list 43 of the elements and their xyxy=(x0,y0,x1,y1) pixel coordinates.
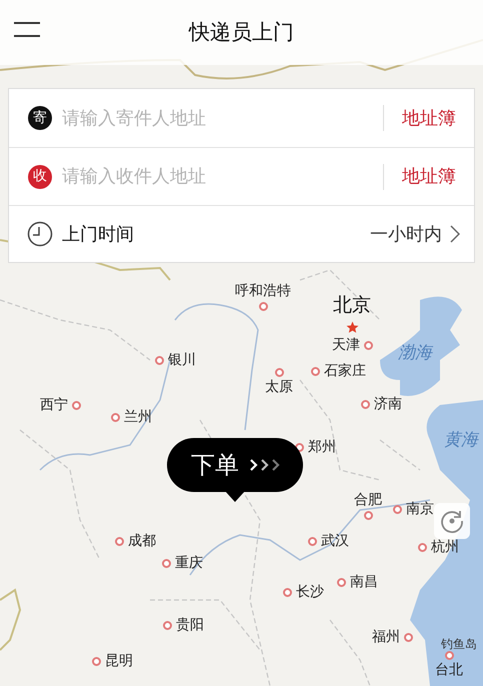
pickup-time-row[interactable]: 上门时间 一小时内 xyxy=(9,205,474,262)
city-label: 福州 xyxy=(372,630,400,644)
address-book-link[interactable]: 地址簿 xyxy=(402,163,456,190)
city-label: 长沙 xyxy=(296,585,324,599)
city-label: 昆明 xyxy=(105,654,133,668)
city-label: 南昌 xyxy=(350,575,378,589)
city-label: 台北 xyxy=(435,663,463,677)
badge-icon: 寄 xyxy=(28,106,52,130)
city-label: 兰州 xyxy=(124,410,152,424)
menu-icon[interactable] xyxy=(14,22,40,37)
city-label: 南京 xyxy=(406,502,434,516)
address-book-link[interactable]: 地址簿 xyxy=(402,104,456,132)
chevron-right-icon xyxy=(450,225,460,243)
city-label: 武汉 xyxy=(321,534,349,548)
city-label: 西宁 xyxy=(40,398,68,412)
badge-icon: 收 xyxy=(28,164,52,188)
address-input[interactable]: 请输入寄件人地址 xyxy=(62,104,365,132)
clock-icon xyxy=(27,221,53,247)
city-label: 郑州 xyxy=(308,440,336,454)
time-value: 一小时内 xyxy=(370,222,442,246)
city-label: 北京 xyxy=(333,296,371,315)
city-label: 杭州 xyxy=(431,540,459,554)
refresh-icon xyxy=(439,508,465,534)
city-label: 石家庄 xyxy=(324,364,366,378)
city-label: 贵阳 xyxy=(176,618,204,632)
time-label: 上门时间 xyxy=(62,222,134,246)
address-input[interactable]: 请输入收件人地址 xyxy=(62,163,365,190)
star-icon xyxy=(346,321,358,334)
sea-label: 黄海 xyxy=(444,432,478,449)
city-label: 合肥 xyxy=(354,493,382,507)
city-label: 济南 xyxy=(374,397,402,411)
island-label: 钓鱼岛 xyxy=(441,638,477,650)
order-button[interactable]: 下单 xyxy=(167,438,303,492)
refresh-button[interactable] xyxy=(434,503,470,539)
city-label: 太原 xyxy=(265,380,293,394)
pointer-icon xyxy=(225,491,245,502)
city-label: 重庆 xyxy=(175,556,203,570)
page-title: 快递员上门 xyxy=(189,18,294,46)
city-label: 成都 xyxy=(128,534,156,548)
sea-label: 渤海 xyxy=(398,345,432,362)
city-label: 天津 xyxy=(332,338,360,352)
city-label: 呼和浩特 xyxy=(235,284,291,298)
city-label: 银川 xyxy=(168,353,196,367)
